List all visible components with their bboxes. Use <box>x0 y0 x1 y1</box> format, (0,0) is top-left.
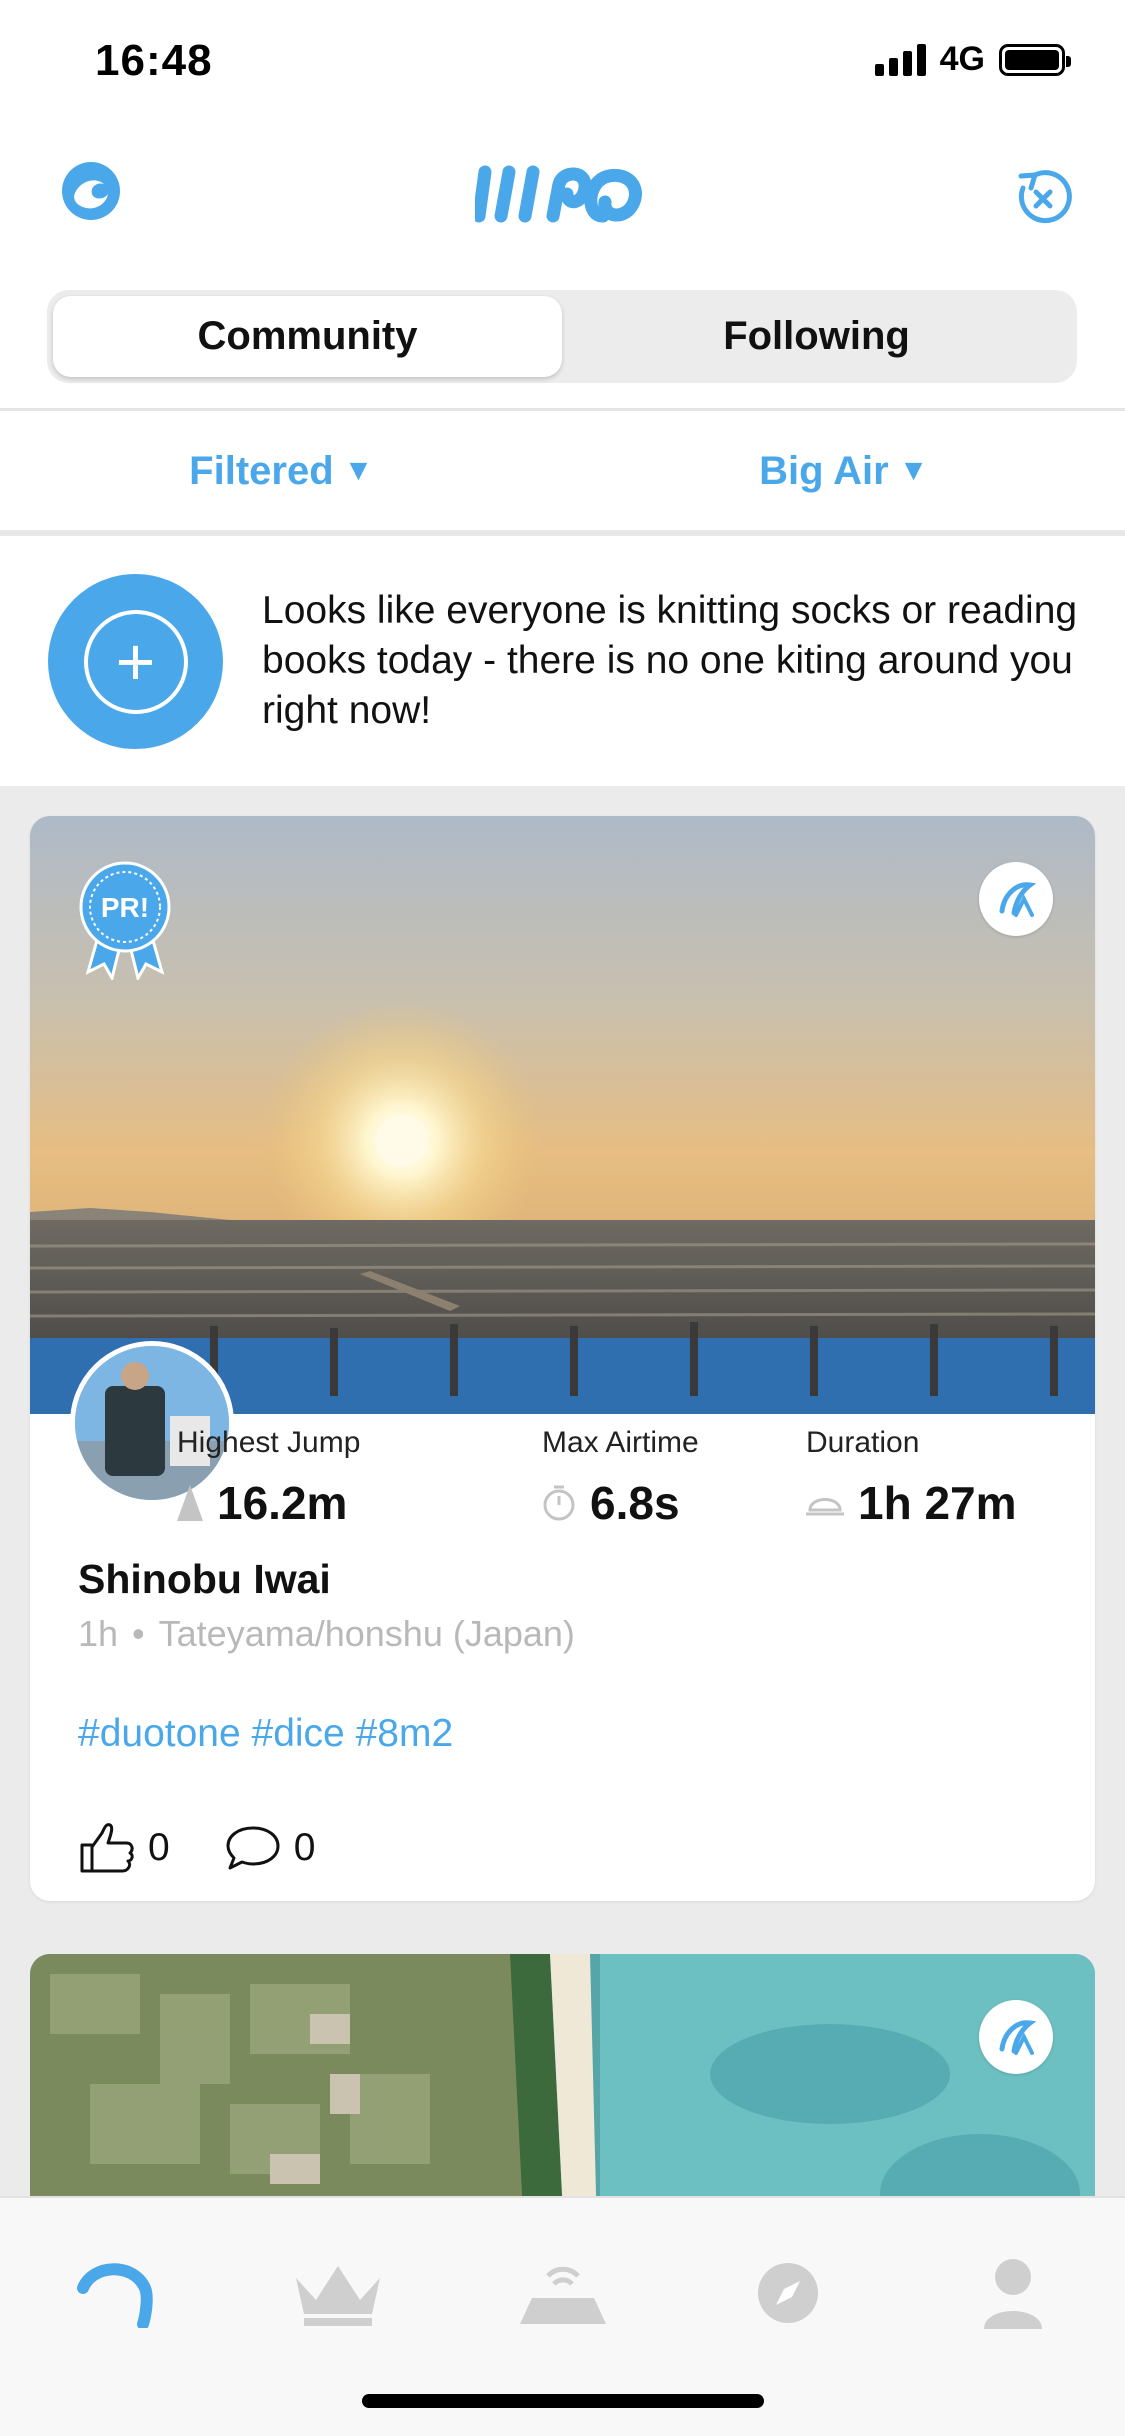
like-button[interactable]: 0 <box>78 1821 170 1875</box>
spot-icon[interactable] <box>508 2238 618 2348</box>
comment-icon <box>226 1826 280 1870</box>
stat-label: Highest Jump <box>177 1426 361 1459</box>
spot-icon[interactable] <box>979 862 1053 936</box>
filter-row: Filtered ▼ Big Air ▼ <box>0 412 1125 530</box>
stat-highest-jump: Highest Jump 16.2m <box>177 1426 360 1530</box>
stat-duration: Duration 1h 27m <box>806 1426 1017 1530</box>
post-actions: 0 0 <box>78 1821 315 1875</box>
status-bar: 16:48 4G <box>0 0 1125 120</box>
empty-notice: + Looks like everyone is knitting socks … <box>0 536 1125 786</box>
filter-label: Filtered <box>189 448 334 493</box>
spot-icon[interactable] <box>979 2000 1053 2074</box>
badge-text: PR! <box>101 892 149 923</box>
plus-icon: + <box>83 609 188 714</box>
stat-max-airtime: Max Airtime 6.8s <box>542 1426 699 1530</box>
wave-icon[interactable] <box>60 160 122 222</box>
comment-count: 0 <box>293 1826 316 1869</box>
app-header <box>0 130 1125 260</box>
stat-label: Max Airtime <box>542 1426 699 1459</box>
session-reset-icon[interactable] <box>1011 166 1073 228</box>
add-session-button[interactable]: + <box>48 574 223 749</box>
category-label: Big Air <box>759 448 889 493</box>
caret-down-icon: ▼ <box>898 454 929 487</box>
status-time: 16:48 <box>95 36 213 85</box>
tab-following[interactable]: Following <box>562 296 1071 377</box>
personal-record-badge: PR! <box>78 860 172 982</box>
feed-segmented-control: Community Following <box>47 290 1077 383</box>
stat-value: 6.8s <box>590 1477 680 1529</box>
compass-icon[interactable] <box>733 2238 843 2348</box>
session-card[interactable]: PR! Highest Jump 16.2m Max Airtime 6.8s … <box>30 816 1095 1901</box>
location: Tateyama/honshu (Japan) <box>158 1613 575 1654</box>
thumbs-up-icon <box>80 1823 134 1873</box>
jump-icon <box>177 1485 203 1521</box>
woo-logo <box>472 158 650 230</box>
category-dropdown[interactable]: Big Air ▼ <box>563 412 1125 530</box>
session-photo <box>30 1954 1095 2196</box>
home-indicator[interactable] <box>362 2394 764 2408</box>
username[interactable]: Shinobu Iwai <box>78 1556 331 1603</box>
stat-label: Duration <box>806 1426 920 1459</box>
stopwatch-icon <box>543 1485 575 1521</box>
session-photo <box>30 816 1095 1414</box>
session-card[interactable] <box>30 1954 1095 2196</box>
post-meta: 1h • Tateyama/honshu (Japan) <box>78 1613 575 1655</box>
profile-icon[interactable] <box>958 2238 1068 2348</box>
divider <box>0 408 1125 411</box>
network-label: 4G <box>939 40 985 78</box>
crown-icon[interactable] <box>283 2238 393 2348</box>
time-ago: 1h <box>78 1613 119 1654</box>
stat-value: 1h 27m <box>858 1477 1017 1529</box>
filter-dropdown[interactable]: Filtered ▼ <box>0 412 563 530</box>
comment-button[interactable]: 0 <box>224 1824 316 1872</box>
stat-value: 16.2m <box>217 1477 348 1529</box>
status-indicators: 4G <box>874 40 1071 79</box>
hashtags[interactable]: #duotone #dice #8m2 <box>78 1712 453 1756</box>
notice-text: Looks like everyone is knitting socks or… <box>262 589 1078 732</box>
caret-down-icon: ▼ <box>343 454 374 487</box>
battery-icon <box>999 43 1071 76</box>
tab-community[interactable]: Community <box>53 296 562 377</box>
feed: PR! Highest Jump 16.2m Max Airtime 6.8s … <box>0 786 1125 2196</box>
meta-separator: • <box>132 1613 145 1654</box>
like-count: 0 <box>148 1826 170 1869</box>
kite-icon[interactable] <box>58 2238 168 2348</box>
signal-icon <box>874 43 926 76</box>
helmet-icon <box>806 1498 844 1516</box>
